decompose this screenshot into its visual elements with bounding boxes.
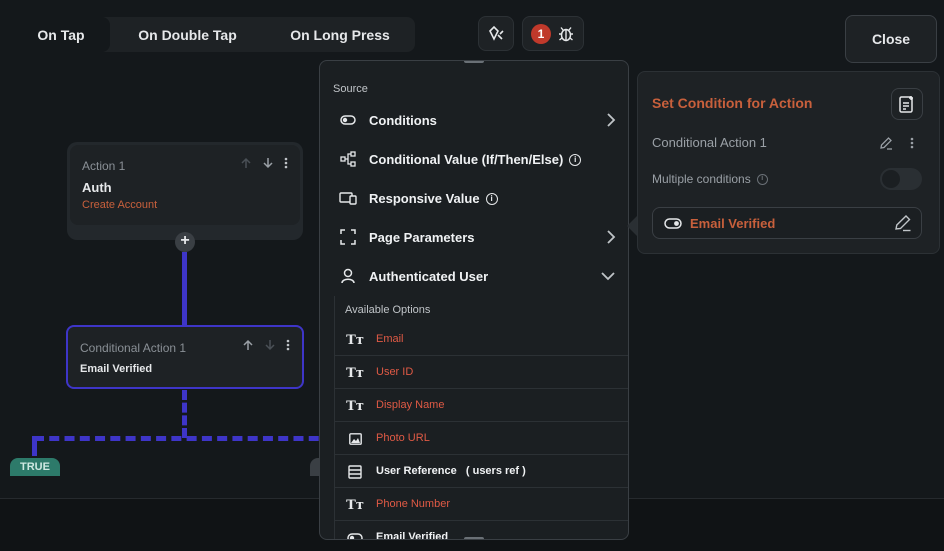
trigger-tabs: On Tap On Double Tap On Long Press (0, 17, 415, 52)
toggle-icon (339, 111, 357, 129)
available-options-panel: Available Options Tт Email Tт User ID Tт… (334, 296, 628, 540)
toggle-icon (347, 530, 363, 539)
option-label: User Reference ( users ref ) (376, 465, 526, 477)
selected-condition-field[interactable]: Email Verified (652, 207, 922, 239)
chevron-down-icon (601, 272, 615, 281)
action-node-title: Auth (82, 180, 112, 195)
option-email[interactable]: Tт Email (335, 323, 628, 356)
menu-item-label: Page Parameters (369, 229, 475, 245)
image-icon (347, 431, 363, 447)
resize-handle-top[interactable] (464, 61, 484, 63)
menu-item-responsive-value[interactable]: Responsive Value i (320, 181, 628, 215)
text-type-icon: Tт (346, 365, 364, 381)
info-icon[interactable]: i (756, 174, 768, 186)
multiple-conditions-toggle[interactable] (880, 168, 922, 190)
bug-icon (559, 26, 573, 41)
option-user-reference[interactable]: User Reference ( users ref ) (335, 455, 628, 488)
flow-connector (182, 252, 187, 326)
debug-button[interactable]: 1 (522, 16, 584, 51)
magic-wand-button[interactable] (478, 16, 514, 51)
devices-icon (339, 189, 357, 207)
menu-item-conditional-value[interactable]: Conditional Value (If/Then/Else) i (320, 142, 628, 176)
notes-button[interactable] (891, 88, 923, 120)
chevron-right-icon (607, 230, 616, 244)
flow-icon (339, 150, 357, 168)
arrow-up-icon[interactable] (240, 157, 252, 169)
conditional-node-controls (242, 339, 290, 351)
set-condition-panel: Set Condition for Action Conditional Act… (637, 71, 940, 254)
magic-wand-icon (489, 25, 504, 41)
selected-condition-label: Email Verified (690, 216, 776, 231)
close-button[interactable]: Close (845, 15, 937, 63)
more-vert-icon[interactable] (286, 339, 290, 351)
menu-item-label: Responsive Value i (369, 191, 498, 206)
panel-title: Set Condition for Action (652, 95, 813, 111)
info-icon[interactable]: i (485, 193, 498, 206)
action-node-controls (240, 157, 288, 169)
user-icon (339, 267, 357, 285)
option-display-name[interactable]: Tт Display Name (335, 389, 628, 422)
tab-on-tap[interactable]: On Tap (0, 17, 110, 52)
reference-icon (347, 464, 363, 480)
menu-item-conditions[interactable]: Conditions (320, 103, 628, 137)
option-label: Photo URL (376, 432, 430, 444)
more-vert-icon[interactable] (284, 157, 288, 169)
available-options-label: Available Options (345, 304, 431, 316)
conditional-node-title: Email Verified (80, 363, 153, 375)
toggle-icon (664, 218, 682, 229)
arrow-down-icon[interactable] (264, 339, 276, 351)
action-node-subtitle: Create Account (82, 199, 158, 211)
action-node-auth[interactable]: Action 1 Auth Create Account (70, 145, 300, 225)
menu-item-page-parameters[interactable]: Page Parameters (320, 220, 628, 254)
branch-connector-horizontal (34, 436, 334, 441)
menu-item-authenticated-user[interactable]: Authenticated User (320, 259, 628, 293)
branch-connector (182, 390, 187, 438)
branch-connector-left (32, 436, 37, 456)
option-photo-url[interactable]: Photo URL (335, 422, 628, 455)
conditional-node-label: Conditional Action 1 (80, 341, 187, 355)
option-label: Phone Number (376, 498, 450, 510)
chevron-right-icon (607, 113, 616, 127)
option-user-id[interactable]: Tт User ID (335, 356, 628, 389)
arrow-down-icon[interactable] (262, 157, 274, 169)
action-node-label: Action 1 (82, 159, 126, 173)
option-label: User ID (376, 366, 414, 378)
arrow-up-icon[interactable] (242, 339, 254, 351)
edit-icon[interactable] (894, 214, 912, 232)
resize-handle-bottom[interactable] (464, 537, 484, 539)
text-type-icon: Tт (346, 398, 364, 414)
source-dropdown: Source Conditions Conditional Value (If/… (319, 60, 629, 540)
text-type-icon: Tт (346, 332, 364, 348)
condition-name: Conditional Action 1 (652, 135, 767, 150)
edit-icon[interactable] (879, 136, 893, 150)
menu-item-label: Authenticated User (369, 268, 489, 284)
multiple-conditions-label: Multiple conditions i (652, 172, 768, 186)
text-type-icon: Tт (346, 497, 364, 513)
option-label: Email (376, 333, 404, 345)
info-icon[interactable]: i (569, 154, 582, 167)
menu-item-label: Conditions (369, 112, 437, 128)
tab-on-long-press[interactable]: On Long Press (265, 17, 415, 52)
true-branch-chip[interactable]: TRUE (10, 458, 60, 476)
tab-on-double-tap[interactable]: On Double Tap (110, 17, 265, 52)
page-params-icon (339, 228, 357, 246)
error-count-badge: 1 (531, 23, 551, 44)
option-phone-number[interactable]: Tт Phone Number (335, 488, 628, 521)
source-label: Source (333, 83, 368, 95)
option-label: Display Name (376, 399, 445, 411)
add-action-button[interactable]: + (175, 232, 195, 252)
note-add-icon (899, 96, 913, 113)
more-vert-icon[interactable] (910, 137, 914, 149)
conditional-action-node[interactable]: Conditional Action 1 Email Verified (66, 325, 304, 389)
option-label: Email Verified (376, 531, 449, 540)
menu-item-label: Conditional Value (If/Then/Else) i (369, 152, 582, 167)
